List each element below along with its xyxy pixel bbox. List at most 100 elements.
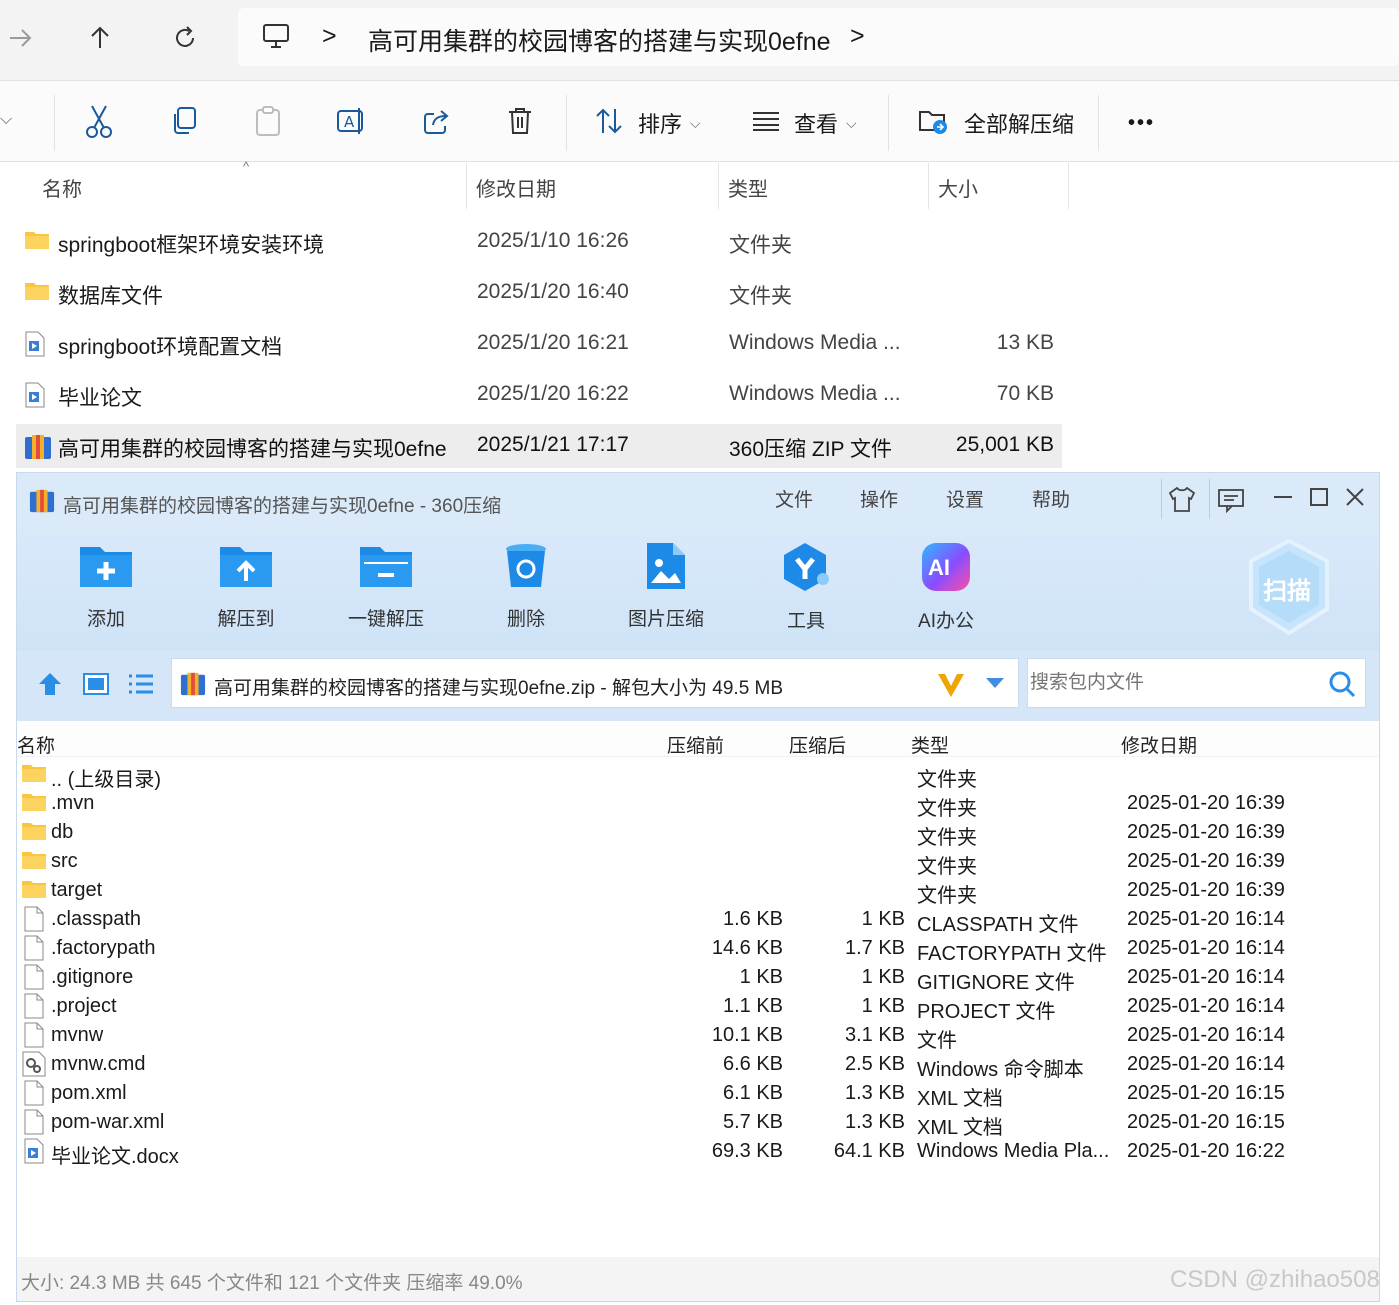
watermark: CSDN @zhihao508 [1170, 1266, 1380, 1293]
column-header-before[interactable]: 压缩前 [667, 731, 724, 758]
minimize-icon[interactable] [1273, 487, 1293, 512]
breadcrumb-separator[interactable]: > [850, 22, 865, 51]
zip-archive-icon [24, 433, 52, 467]
search-box[interactable] [1027, 658, 1366, 708]
archive-row[interactable]: 毕业论文.docx 69.3 KB 64.1 KB Windows Media … [17, 1137, 1379, 1168]
column-divider[interactable] [718, 163, 719, 209]
archive-row[interactable]: db 文件夹 2025-01-20 16:39 [17, 818, 1379, 849]
arrow-right-icon[interactable] [0, 18, 40, 58]
archive-row[interactable]: .classpath 1.6 KB 1 KB CLASSPATH 文件 2025… [17, 905, 1379, 936]
column-header-name[interactable]: 名称 [17, 731, 55, 758]
file-row[interactable]: 毕业论文 2025/1/20 16:22 Windows Media ... 7… [16, 373, 1062, 417]
window-title-bar[interactable]: 高可用集群的校园博客的搭建与实现0efne - 360压缩 文件 操作 设置 帮… [17, 473, 1379, 531]
folder-icon [21, 849, 47, 877]
rename-icon: A [336, 106, 368, 141]
column-divider[interactable] [1068, 163, 1069, 209]
scan-button[interactable]: 扫描 [1245, 537, 1333, 637]
archive-row-type: XML 文档 [917, 1117, 1003, 1139]
column-divider[interactable] [466, 163, 467, 209]
add-button[interactable]: 添加 [46, 541, 166, 631]
archive-row-type: GITIGNORE 文件 [917, 972, 1075, 994]
rename-button[interactable]: A [336, 101, 368, 145]
paste-button[interactable] [254, 101, 282, 145]
archive-row[interactable]: mvnw.cmd 6.6 KB 2.5 KB Windows 命令脚本 2025… [17, 1050, 1379, 1081]
feedback-message-icon[interactable] [1217, 487, 1245, 518]
breadcrumb-current[interactable]: 高可用集群的校园博客的搭建与实现0efne [368, 22, 831, 58]
refresh-icon[interactable] [165, 18, 205, 58]
archive-row[interactable]: .mvn 文件夹 2025-01-20 16:39 [17, 789, 1379, 820]
cut-button[interactable] [84, 101, 114, 145]
extract-all-button[interactable]: 全部解压缩 [918, 101, 1074, 145]
one-click-extract-button[interactable]: 一键解压 [326, 541, 446, 631]
column-header-type[interactable]: 类型 [911, 731, 949, 758]
column-divider[interactable] [928, 163, 929, 209]
file-size: 70 KB [996, 382, 1054, 405]
breadcrumb-separator[interactable]: > [322, 22, 337, 51]
menu-settings[interactable]: 设置 [946, 485, 984, 512]
archive-path-text: 高可用集群的校园博客的搭建与实现0efne.zip - 解包大小为 49.5 M… [214, 678, 784, 699]
column-header-after[interactable]: 压缩后 [789, 731, 846, 758]
delete-archive-button[interactable]: 删除 [466, 541, 586, 631]
archive-row[interactable]: pom.xml 6.1 KB 1.3 KB XML 文档 2025-01-20 … [17, 1079, 1379, 1110]
archive-row[interactable]: mvnw 10.1 KB 3.1 KB 文件 2025-01-20 16:14 [17, 1021, 1379, 1052]
dropdown-triangle-icon[interactable] [984, 675, 1006, 696]
arrow-up-icon[interactable] [80, 18, 120, 58]
image-compress-button[interactable]: 图片压缩 [606, 541, 726, 631]
folder-icon [24, 229, 50, 257]
v-logo-icon[interactable] [936, 671, 966, 704]
chevron-down-icon[interactable]: ⌵ [0, 111, 12, 129]
more-options-button[interactable]: ••• [1128, 101, 1155, 145]
archive-row[interactable]: target 文件夹 2025-01-20 16:39 [17, 876, 1379, 907]
up-level-arrow-icon[interactable] [37, 671, 63, 702]
archive-row[interactable]: .. (上级目录) 文件夹 [17, 760, 1379, 791]
file-type: 文件夹 [729, 285, 792, 308]
column-header-size[interactable]: 大小 [938, 173, 978, 202]
column-header-name[interactable]: 名称 [42, 173, 82, 202]
delete-button[interactable] [506, 101, 534, 145]
list-view-icon[interactable] [127, 673, 155, 700]
sort-button[interactable]: 排序 ⌵ [594, 101, 701, 145]
skin-shirt-icon[interactable] [1167, 485, 1197, 518]
menu-help[interactable]: 帮助 [1032, 485, 1070, 512]
archive-row[interactable]: .gitignore 1 KB 1 KB GITIGNORE 文件 2025-0… [17, 963, 1379, 994]
ai-office-button[interactable]: AI AI办公 [886, 541, 1006, 633]
file-row-selected[interactable]: 高可用集群的校园博客的搭建与实现0efne 2025/1/21 17:17 36… [16, 424, 1062, 468]
archive-row-before: 1 KB [739, 966, 783, 988]
close-icon[interactable] [1345, 487, 1365, 512]
thumbnail-view-icon[interactable] [83, 673, 109, 700]
menu-file[interactable]: 文件 [775, 485, 813, 512]
file-row[interactable]: springboot环境配置文档 2025/1/20 16:21 Windows… [16, 322, 1062, 366]
extract-to-button[interactable]: 解压到 [186, 541, 306, 631]
archive-path-field[interactable]: 高可用集群的校园博客的搭建与实现0efne.zip - 解包大小为 49.5 M… [171, 658, 1019, 708]
copy-button[interactable] [170, 101, 198, 145]
address-bar[interactable]: > 高可用集群的校园博客的搭建与实现0efne > [238, 8, 1399, 66]
menu-operations[interactable]: 操作 [860, 485, 898, 512]
maximize-icon[interactable] [1309, 487, 1329, 512]
archive-row[interactable]: pom-war.xml 5.7 KB 1.3 KB XML 文档 2025-01… [17, 1108, 1379, 1139]
view-button[interactable]: 查看 ⌵ [752, 101, 857, 145]
one-click-extract-label: 一键解压 [347, 609, 424, 630]
column-header-modified[interactable]: 修改日期 [1121, 731, 1197, 758]
tools-button[interactable]: 工具 [746, 541, 866, 633]
archive-row-type: Windows Media Pla... [917, 1140, 1110, 1162]
share-icon [422, 106, 452, 141]
archive-row-name: mvnw.cmd [51, 1053, 146, 1075]
archive-row[interactable]: .project 1.1 KB 1 KB PROJECT 文件 2025-01-… [17, 992, 1379, 1023]
file-row[interactable]: springboot框架环境安装环境 2025/1/10 16:26 文件夹 [16, 220, 1062, 264]
archive-row-after: 1.7 KB [844, 937, 905, 959]
archive-row[interactable]: .factorypath 14.6 KB 1.7 KB FACTORYPATH … [17, 934, 1379, 965]
toolbar-divider [54, 95, 55, 151]
file-row[interactable]: 数据库文件 2025/1/20 16:40 文件夹 [16, 271, 1062, 315]
file-name: springboot环境配置文档 [58, 336, 283, 359]
column-header-modified[interactable]: 修改日期 [476, 173, 556, 202]
file-name: 数据库文件 [58, 285, 163, 308]
more-label: ••• [1128, 111, 1156, 134]
archive-row-modified: 2025-01-20 16:14 [1127, 995, 1285, 1017]
archive-row[interactable]: src 文件夹 2025-01-20 16:39 [17, 847, 1379, 878]
search-icon[interactable] [1328, 670, 1356, 703]
column-header-type[interactable]: 类型 [728, 173, 768, 202]
share-button[interactable] [422, 101, 452, 145]
tools-icon [779, 543, 833, 597]
window-title: 高可用集群的校园博客的搭建与实现0efne - 360压缩 [63, 496, 502, 517]
search-input[interactable] [1030, 665, 1320, 701]
